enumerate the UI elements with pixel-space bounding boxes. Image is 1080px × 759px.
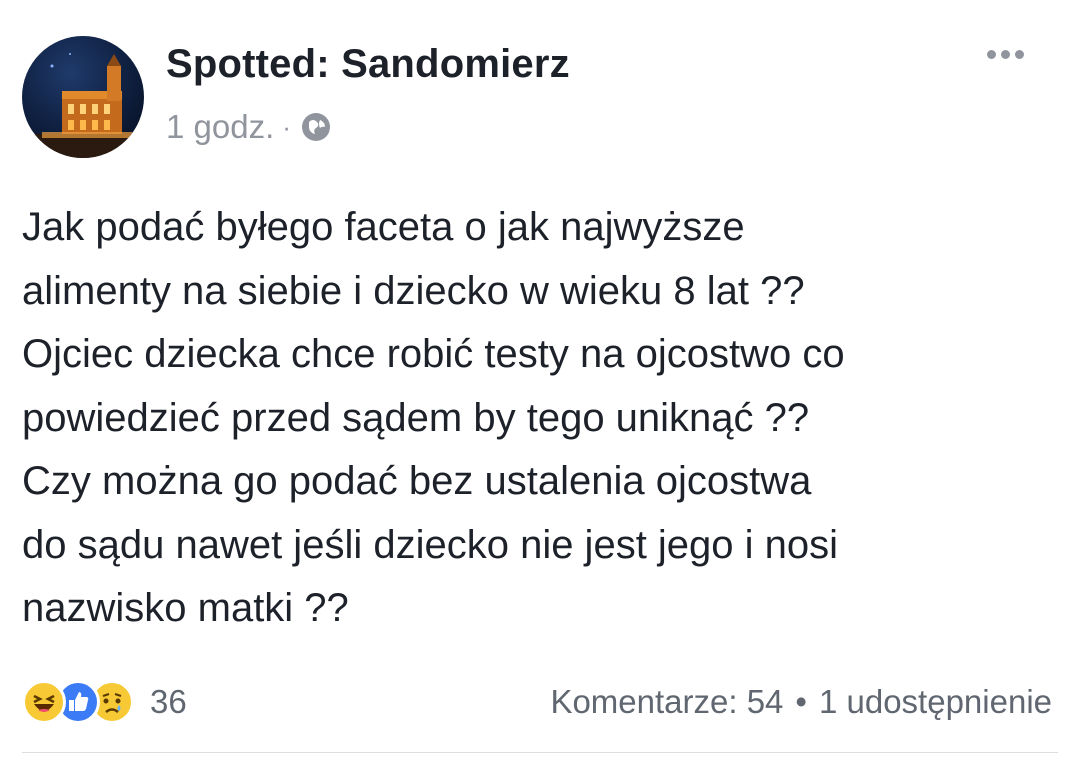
post-body: Jak podać byłego faceta o jak najwyższe …	[22, 196, 1052, 641]
more-dot	[1001, 50, 1010, 59]
footer-divider	[22, 752, 1058, 753]
facebook-post: Spotted: Sandomierz 1 godz. · Jak podać …	[0, 0, 1080, 759]
stats-separator: •	[795, 683, 807, 720]
post-stats: Komentarze: 54 • 1 udostępnienie	[550, 683, 1052, 721]
more-dot	[1015, 50, 1024, 59]
more-options-icon[interactable]	[987, 50, 1024, 59]
post-text-line: powiedzieć przed sądem by tego uniknąć ?…	[22, 395, 810, 440]
post-timestamp[interactable]: 1 godz.	[166, 108, 274, 146]
haha-reaction-icon	[22, 680, 66, 724]
reaction-count: 36	[150, 683, 187, 720]
shares-count-link[interactable]: 1 udostępnienie	[819, 683, 1052, 721]
more-dot	[987, 50, 996, 59]
post-footer: 36 Komentarze: 54 • 1 udostępnienie	[22, 672, 1052, 732]
page-name-link[interactable]: Spotted: Sandomierz	[166, 42, 570, 87]
post-text-line: alimenty na siebie i dziecko w wieku 8 l…	[22, 268, 805, 313]
meta-separator: ·	[282, 111, 291, 142]
page-avatar[interactable]	[22, 36, 144, 158]
post-text-line: Jak podać byłego faceta o jak najwyższe	[22, 205, 745, 249]
reactions-summary[interactable]: 36	[22, 680, 187, 724]
comments-count-link[interactable]: Komentarze: 54	[550, 683, 783, 721]
avatar-town-hall-image	[22, 53, 144, 158]
globe-icon	[299, 110, 333, 144]
post-meta: 1 godz. ·	[166, 108, 333, 146]
post-text-line: nazwisko matki ??	[22, 586, 349, 630]
post-text-line: Ojciec dziecka chce robić testy na ojcos…	[22, 332, 845, 376]
post-text-line: Czy można go podać bez ustalenia ojcostw…	[22, 459, 812, 503]
post-text-line: do sądu nawet jeśli dziecko nie jest jeg…	[22, 522, 839, 567]
reaction-icons	[22, 680, 134, 724]
